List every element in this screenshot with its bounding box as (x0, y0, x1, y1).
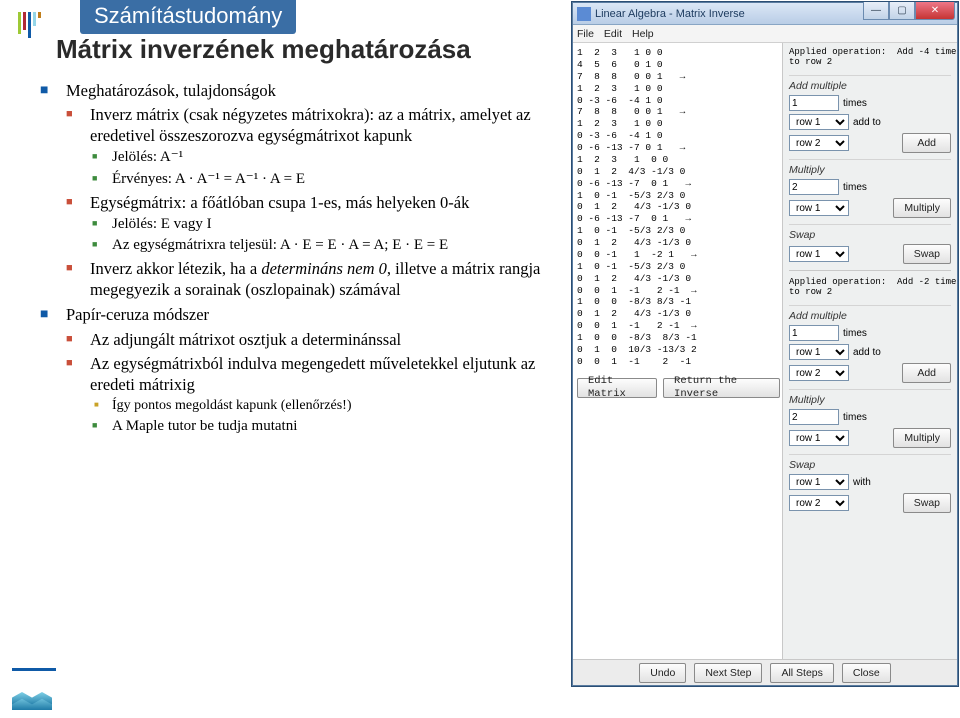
l4-exact: Így pontos megoldást kapunk (ellenőrzés!… (112, 398, 352, 413)
edit-matrix-button[interactable]: Edit Matrix (577, 378, 657, 398)
swap-title: Swap (789, 229, 951, 241)
menubar: File Edit Help (573, 25, 957, 43)
applied-operation-1: Applied operation: Add -4 times row 1 to… (789, 47, 951, 67)
swap-with-label: with (853, 477, 871, 488)
swap-row-b-select-2[interactable]: row 2 (789, 495, 849, 511)
menu-help[interactable]: Help (632, 28, 654, 40)
times-label-4: times (843, 412, 867, 423)
undo-button[interactable]: Undo (639, 663, 686, 683)
matrix-row: 1 2 3 1 0 0 (577, 118, 780, 130)
addto-label: add to (853, 117, 881, 128)
matrix-row: 0 -6 -13 -7 0 1 → (577, 178, 780, 190)
close-button[interactable]: ✕ (915, 2, 955, 20)
matrix-row: 7 8 8 0 0 1 → (577, 71, 780, 83)
add-button-2[interactable]: Add (902, 363, 951, 383)
multiply-value-input[interactable] (789, 179, 839, 195)
minimize-button[interactable]: — (863, 2, 889, 20)
footer-logo-icon (12, 668, 56, 710)
add-multiple-title: Add multiple (789, 80, 951, 92)
add-multiple-input[interactable] (789, 95, 839, 111)
menu-edit[interactable]: Edit (604, 28, 622, 40)
titlebar[interactable]: Linear Algebra - Matrix Inverse — ▢ ✕ (573, 3, 957, 25)
matrix-row: 0 1 2 4/3 -1/3 0 (577, 308, 780, 320)
applied-operation-2: Applied operation: Add -2 times row 3 to… (789, 277, 951, 297)
swap-row-a-select-2[interactable]: row 1 (789, 474, 849, 490)
swap-title-2: Swap (789, 459, 951, 471)
header-accent-bars (18, 12, 41, 38)
next-step-button[interactable]: Next Step (694, 663, 762, 683)
maple-tutor-window: Linear Algebra - Matrix Inverse — ▢ ✕ Fi… (572, 2, 958, 686)
l2-exists-pre: Inverz akkor létezik, ha a (90, 259, 261, 278)
times-label-2: times (843, 182, 867, 193)
matrix-row: 0 -3 -6 -4 1 0 (577, 130, 780, 142)
matrix-row: 0 0 1 -1 2 -1 → (577, 285, 780, 297)
close-app-button[interactable]: Close (842, 663, 891, 683)
swap-button-2[interactable]: Swap (903, 493, 951, 513)
add-multiple-input-2[interactable] (789, 325, 839, 341)
matrix-row: 0 1 2 4/3 -1/3 0 (577, 237, 780, 249)
l1-paper-method: Papír-ceruza módszer (66, 305, 209, 324)
add-src-row-select-2[interactable]: row 1 (789, 344, 849, 360)
add-button[interactable]: Add (902, 133, 951, 153)
multiply-title: Multiply (789, 164, 951, 176)
app-icon (577, 7, 591, 21)
matrix-row: 1 2 3 1 0 0 (577, 47, 780, 59)
matrix-row: 4 5 6 0 1 0 (577, 59, 780, 71)
multiply-value-input-2[interactable] (789, 409, 839, 425)
matrix-row: 0 1 2 4/3 -1/3 0 (577, 201, 780, 213)
add-dst-row-select[interactable]: row 2 (789, 135, 849, 151)
matrix-steps-pane: 1 2 3 1 0 04 5 6 0 1 07 8 8 0 0 1 →1 2 3… (573, 43, 783, 659)
matrix-row: 1 2 3 1 0 0 (577, 83, 780, 95)
l3-valid-eq: Érvényes: A · A⁻¹ = A⁻¹ · A = E (112, 171, 305, 187)
matrix-row: 0 0 1 -1 2 -1 → (577, 320, 780, 332)
matrix-row: 1 0 0 -8/3 8/3 -1 (577, 332, 780, 344)
l3-notation-e: Jelölés: E vagy I (112, 216, 212, 232)
matrix-row: 0 -6 -13 -7 0 1 → (577, 142, 780, 154)
matrix-row: 1 2 3 1 0 0 (577, 154, 780, 166)
page-title: Mátrix inverzének meghatározása (56, 34, 471, 65)
matrix-row: 0 1 2 4/3 -1/3 0 (577, 166, 780, 178)
operations-pane: Applied operation: Add -4 times row 1 to… (783, 43, 957, 659)
matrix-row: 0 1 2 4/3 -1/3 0 (577, 273, 780, 285)
domain-badge: Számítástudomány (80, 0, 296, 34)
menu-file[interactable]: File (577, 28, 594, 40)
multiply-title-2: Multiply (789, 394, 951, 406)
matrix-row: 0 0 -1 1 -2 1 → (577, 249, 780, 261)
add-multiple-title-2: Add multiple (789, 310, 951, 322)
l3-identity-props: Az egységmátrixra teljesül: A · E = E · … (112, 237, 448, 253)
l3-maple: A Maple tutor be tudja mutatni (112, 418, 297, 434)
multiply-button-2[interactable]: Multiply (893, 428, 951, 448)
l1-definitions: Meghatározások, tulajdonságok (66, 81, 276, 100)
matrix-row: 0 0 1 -1 2 -1 (577, 356, 780, 368)
add-src-row-select[interactable]: row 1 (789, 114, 849, 130)
l2-inverse-def: Inverz mátrix (csak négyzetes mátrixokra… (90, 105, 531, 145)
multiply-row-select[interactable]: row 1 (789, 200, 849, 216)
matrix-row: 1 0 -1 -5/3 2/3 0 (577, 190, 780, 202)
matrix-row: 1 0 -1 -5/3 2/3 0 (577, 261, 780, 273)
times-label-3: times (843, 328, 867, 339)
return-inverse-button[interactable]: Return the Inverse (663, 378, 780, 398)
addto-label-2: add to (853, 347, 881, 358)
multiply-button[interactable]: Multiply (893, 198, 951, 218)
matrix-row: 1 0 -1 -5/3 2/3 0 (577, 225, 780, 237)
l3-notation-ainv: Jelölés: A⁻¹ (112, 149, 183, 165)
matrix-row: 0 -6 -13 -7 0 1 → (577, 213, 780, 225)
matrix-row: 0 -3 -6 -4 1 0 (577, 95, 780, 107)
matrix-row: 1 0 0 -8/3 8/3 -1 (577, 296, 780, 308)
bottom-toolbar: Undo Next Step All Steps Close (573, 659, 957, 685)
l2-rowreduce: Az egységmátrixból indulva megengedett m… (90, 354, 535, 394)
l2-exists-em: determináns nem 0 (261, 259, 387, 278)
l2-identity-def: Egységmátrix: a főátlóban csupa 1-es, má… (90, 193, 469, 212)
swap-button[interactable]: Swap (903, 244, 951, 264)
lecture-content: Meghatározások, tulajdonságok Inverz mát… (40, 80, 560, 440)
maximize-button[interactable]: ▢ (889, 2, 915, 20)
all-steps-button[interactable]: All Steps (770, 663, 833, 683)
matrix-row: 7 8 8 0 0 1 → (577, 106, 780, 118)
times-label: times (843, 98, 867, 109)
swap-row-a-select[interactable]: row 1 (789, 246, 849, 262)
matrix-row: 0 1 0 10/3 -13/3 2 (577, 344, 780, 356)
add-dst-row-select-2[interactable]: row 2 (789, 365, 849, 381)
multiply-row-select-2[interactable]: row 1 (789, 430, 849, 446)
l2-adjugate: Az adjungált mátrixot osztjuk a determin… (90, 330, 401, 349)
